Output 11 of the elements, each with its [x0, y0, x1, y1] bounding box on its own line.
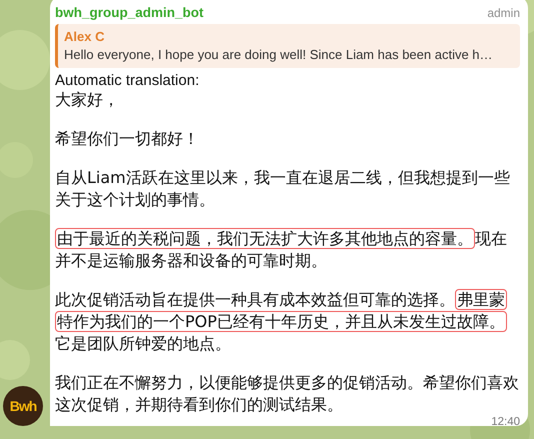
message-paragraph: 自从Liam活跃在这里以来，我一直在退居二线，但我想提到一些关于这个计划的事情。	[55, 167, 511, 211]
message-paragraph: 我们正在不懈努力，以便能够提供更多的促销活动。希望你们喜欢这次促销，并期待看到你们的测试结果。	[55, 372, 520, 416]
message-paragraph: 希望你们一切都好！	[55, 128, 200, 150]
reply-text: Hello everyone, I hope you are doing well! Since Liam has been active h…	[64, 46, 494, 64]
reply-author: Alex C	[64, 28, 106, 46]
message-paragraph: 由于最近的关税问题，我们无法扩大许多其他地点的容量。现在并不是运输服务器和设备的可靠时期。	[55, 228, 508, 272]
reply-quote[interactable]: Alex C Hello everyone, I hope you are doing well! Since Liam has been active h…	[55, 24, 520, 68]
role-label: admin	[487, 6, 520, 20]
translation-label: Automatic translation:	[55, 72, 200, 89]
message-paragraph: 大家好，	[55, 89, 120, 111]
timestamp: 12:40	[491, 416, 520, 428]
